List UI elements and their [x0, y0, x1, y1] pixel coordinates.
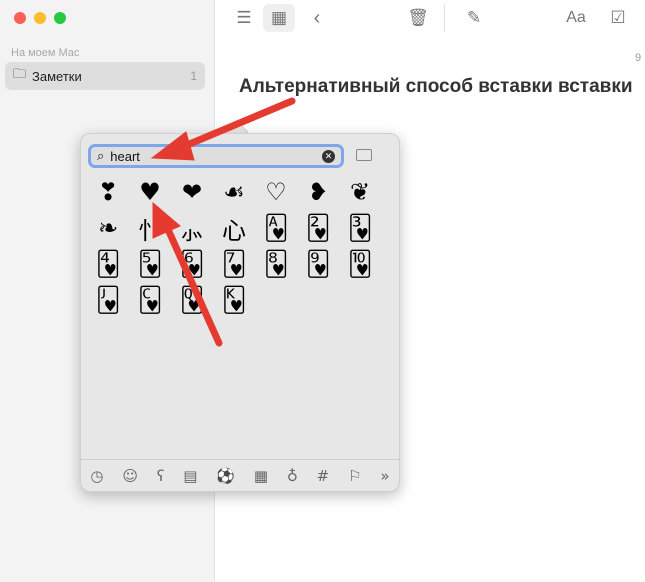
character-result[interactable]: ❥	[297, 174, 339, 210]
folder-label: Заметки	[32, 68, 82, 84]
character-result[interactable]: 🂴	[87, 246, 129, 282]
character-result[interactable]: 🂽	[171, 282, 213, 318]
category-tab[interactable]: ◷	[90, 467, 103, 485]
category-tab[interactable]: »	[380, 467, 389, 485]
character-result[interactable]: ☙	[213, 174, 255, 210]
note-date: 9	[635, 52, 642, 64]
character-result[interactable]: ❧	[87, 210, 129, 246]
category-tab[interactable]: ▤	[183, 467, 197, 485]
category-tab[interactable]: ♁	[287, 467, 298, 485]
category-tab[interactable]: ☺	[122, 467, 138, 485]
character-result[interactable]: ❣	[87, 174, 129, 210]
folder-count: 1	[190, 69, 197, 83]
trash-icon[interactable]: 🗑	[404, 4, 432, 32]
grid-icon[interactable]: ▦	[263, 4, 295, 32]
character-result[interactable]: 心	[213, 210, 255, 246]
checklist-icon[interactable]: ☑	[604, 4, 632, 32]
category-tab[interactable]: ▦	[254, 467, 268, 485]
character-result[interactable]: 🂸	[255, 246, 297, 282]
results-grid: ❣ ♥ ❤ ☙ ♡ ❥ ❦ ❧ 忄⺗心 🂱 🂲 🂳 🂴 🂵 🂶 🂷 🂸 🂹 🂺 🂻 🂼 🂽 🂾	[81, 174, 401, 318]
character-result[interactable]: 🂱	[255, 210, 297, 246]
list-icon[interactable]: ☰	[230, 4, 258, 32]
divider	[444, 4, 445, 32]
expand-viewer-icon[interactable]	[356, 149, 372, 161]
character-result[interactable]: 忄	[129, 210, 171, 246]
category-tab[interactable]: ⚐	[348, 467, 361, 485]
category-tab[interactable]: ⚽	[216, 467, 235, 485]
character-result[interactable]: 🂺	[339, 246, 381, 282]
category-bar: ◷ ☺ ʕ ▤ ⚽ ▦ ♁ # ⚐ »	[81, 459, 399, 491]
zoom-button[interactable]	[54, 12, 66, 24]
minimize-button[interactable]	[34, 12, 46, 24]
character-result[interactable]: 🂾	[213, 282, 255, 318]
category-tab[interactable]: ʕ	[157, 467, 165, 485]
compose-icon[interactable]: ✎	[460, 4, 488, 32]
format-icon[interactable]: Aa	[562, 4, 590, 32]
character-result[interactable]: ♡	[255, 174, 297, 210]
search-value: heart	[110, 148, 140, 164]
back-icon[interactable]: ‹	[306, 4, 328, 32]
clear-search-icon[interactable]: ✕	[322, 149, 335, 163]
character-result[interactable]: ❤	[171, 174, 213, 210]
character-result[interactable]: 🂷	[213, 246, 255, 282]
section-label: На моем Mac	[11, 47, 80, 59]
character-result[interactable]: ♥	[129, 174, 171, 210]
sidebar-item-notes[interactable]: 🗀 Заметки 1	[5, 62, 205, 90]
note-title[interactable]: Альтернативный способ вставки вставки	[239, 76, 633, 98]
character-result[interactable]: 🂲	[297, 210, 339, 246]
character-result[interactable]: 🂳	[339, 210, 381, 246]
character-result[interactable]: 🂻	[87, 282, 129, 318]
character-result[interactable]: 🂶	[171, 246, 213, 282]
character-result[interactable]: 🂼	[129, 282, 171, 318]
search-input[interactable]: ⌕ heart ✕	[88, 144, 344, 168]
search-icon: ⌕	[97, 148, 105, 163]
folder-icon: 🗀	[13, 66, 27, 81]
character-result[interactable]: ⺗	[171, 210, 213, 246]
category-tab[interactable]: #	[317, 467, 330, 485]
character-picker: ⌕ heart ✕ ❣ ♥ ❤ ☙ ♡ ❥ ❦ ❧ 忄⺗心 🂱 🂲 🂳 🂴 🂵 🂶 🂷 🂸 🂹 🂺 🂻 🂼 🂽 🂾 ◷ ☺ ʕ ▤…	[80, 133, 400, 492]
character-result[interactable]: ❦	[339, 174, 381, 210]
character-result[interactable]: 🂵	[129, 246, 171, 282]
character-result[interactable]: 🂹	[297, 246, 339, 282]
close-button[interactable]	[14, 12, 26, 24]
